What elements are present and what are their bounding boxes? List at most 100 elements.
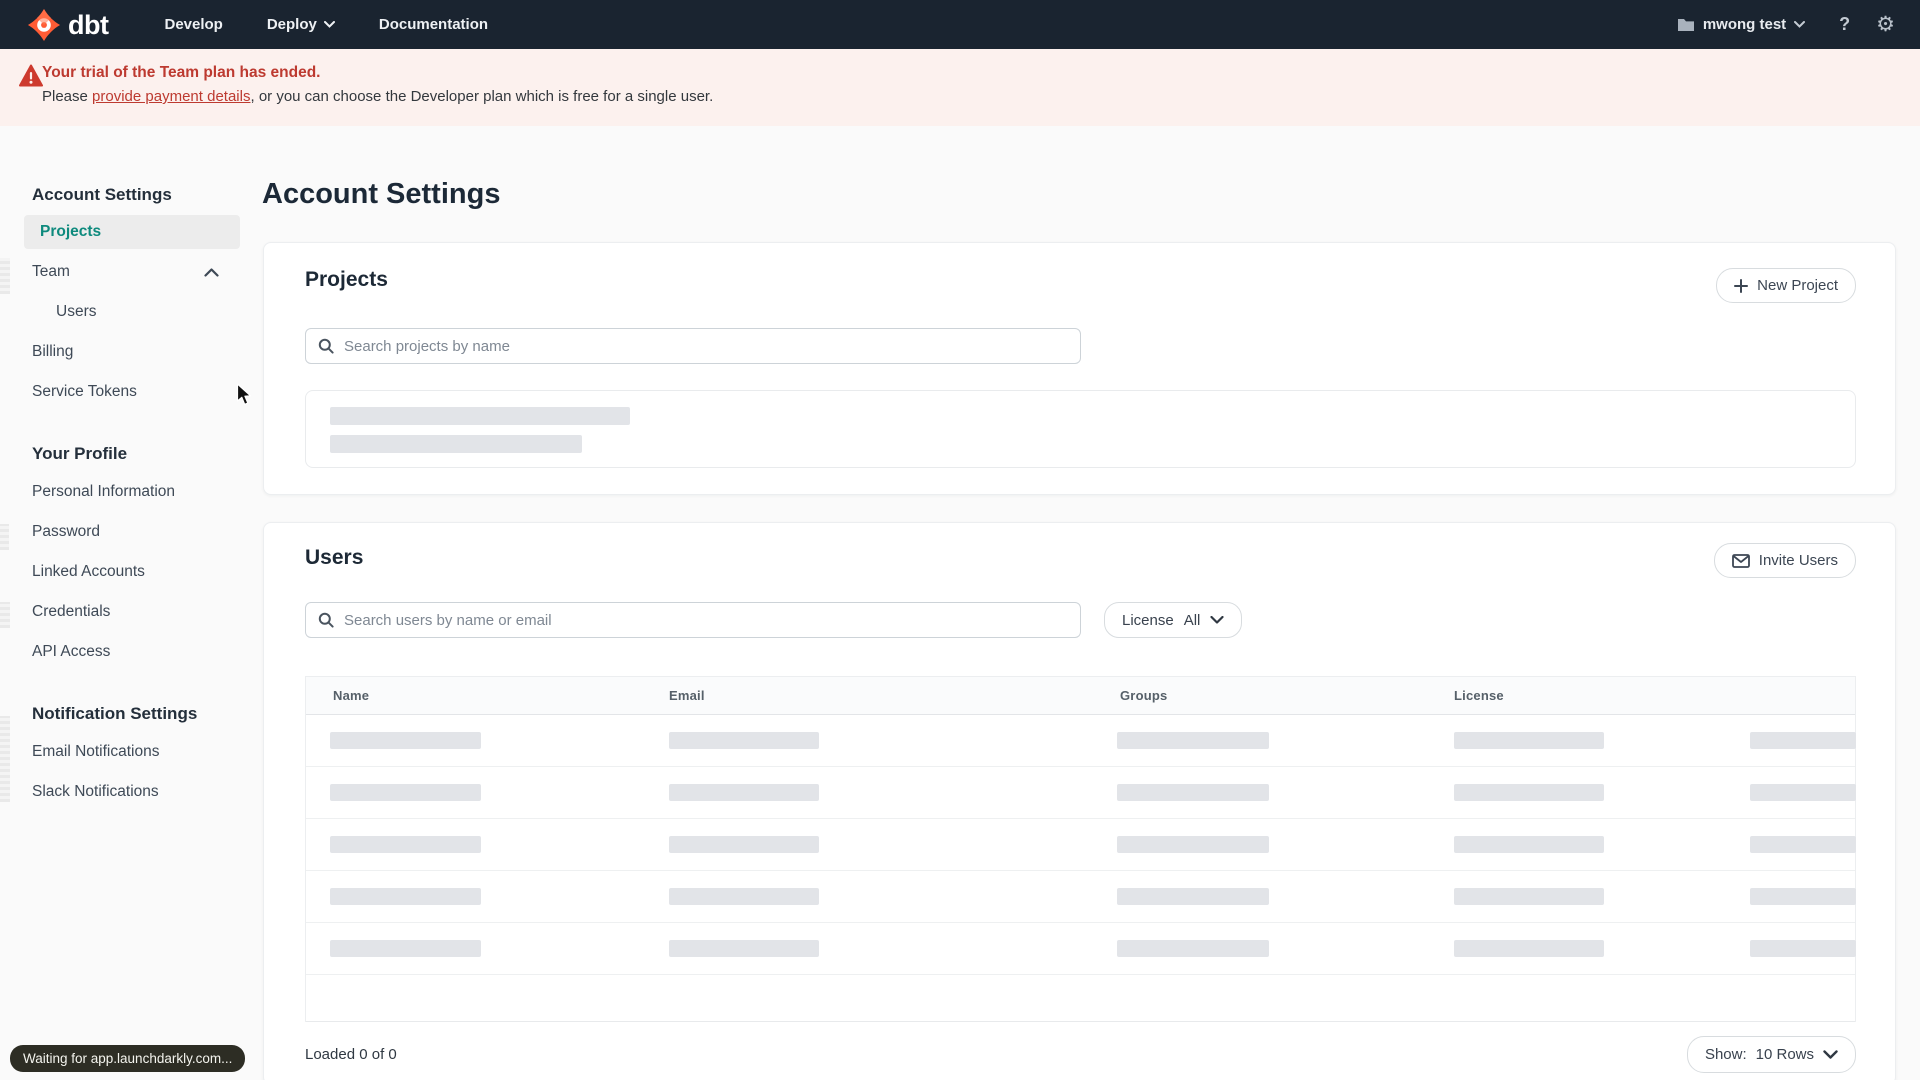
table-row [306,871,1856,923]
nav-documentation[interactable]: Documentation [379,16,488,33]
sidebar-item-email-notifications[interactable]: Email Notifications [32,735,240,769]
folder-icon [1677,19,1694,31]
banner-body: Please provide payment details, or you c… [42,87,713,107]
skeleton-bar [330,940,481,957]
skeleton-bar [1117,888,1269,905]
nav-develop[interactable]: Develop [164,16,222,33]
table-row [306,819,1856,871]
column-header-license: License [1454,688,1504,703]
dbt-logo-text: dbt [68,9,109,40]
skeleton-bar [1117,784,1269,801]
banner-body-suffix: , or you can choose the Developer plan w… [250,88,714,105]
mouse-cursor [236,383,252,405]
search-icon [318,338,334,354]
loaded-count: Loaded 0 of 0 [305,1046,397,1063]
trial-ended-banner: Your trial of the Team plan has ended. P… [0,49,1920,126]
skeleton-bar [1750,732,1856,749]
primary-nav: Develop Deploy Documentation [164,16,488,33]
users-card-title: Users [305,546,364,569]
sidebar-heading-your-profile: Your Profile [32,444,128,463]
nav-deploy[interactable]: Deploy [267,16,335,33]
skeleton-bar [330,435,582,453]
banner-body-prefix: Please [42,88,93,105]
skeleton-bar [330,836,481,853]
sidebar-item-users[interactable]: Users [32,295,240,329]
column-header-name: Name [333,688,370,703]
page-title: Account Settings [262,178,501,210]
chevron-down-icon [1210,616,1224,624]
warning-icon [19,64,43,87]
sidebar-item-api-access[interactable]: API Access [32,635,240,669]
projects-loading-skeleton [305,390,1856,468]
top-nav: dbt Develop Deploy Documentation mwong t… [0,0,1920,49]
skeleton-bar [669,940,819,957]
new-project-button[interactable]: New Project [1716,268,1856,303]
dbt-logo[interactable]: dbt [27,8,109,42]
sidebar-item-service-tokens[interactable]: Service Tokens [32,375,240,409]
users-table: Name Email Groups License [305,676,1856,1022]
skeleton-bar [330,784,481,801]
account-name: mwong test [1702,16,1787,33]
sidebar-item-personal-information[interactable]: Personal Information [32,475,240,509]
invite-users-button[interactable]: Invite Users [1713,543,1856,578]
gear-icon[interactable]: ⚙ [1876,14,1895,35]
projects-card: Projects New Project [263,242,1896,495]
skeleton-bar [1454,784,1604,801]
projects-search [305,328,1081,364]
dbt-cloud-account-settings: dbt Develop Deploy Documentation mwong t… [0,0,1920,1080]
skeleton-bar [669,732,819,749]
users-table-header: Name Email Groups License [306,677,1855,715]
table-row [306,923,1856,975]
sidebar-item-team[interactable]: Team [32,255,240,289]
show-label: Show: [1704,1046,1747,1063]
license-filter-label: License [1122,611,1174,629]
license-filter-value: All [1183,611,1201,629]
skeleton-bar [0,716,10,802]
plus-icon [1734,278,1749,293]
skeleton-bar [669,836,819,853]
sidebar-item-billing[interactable]: Billing [32,335,240,369]
projects-card-title: Projects [305,268,388,291]
payment-details-link[interactable]: provide payment details [92,88,250,105]
sidebar-heading-notification-settings: Notification Settings [32,704,198,723]
show-value: 10 Rows [1755,1046,1814,1063]
skeleton-bar [330,407,630,425]
skeleton-bar [1454,888,1604,905]
sidebar-item-slack-notifications[interactable]: Slack Notifications [32,775,240,809]
new-project-label: New Project [1757,277,1838,294]
envelope-icon [1731,553,1750,568]
account-switcher[interactable]: mwong test [1677,16,1806,33]
settings-sidebar: Account Settings Projects Team Users Bil… [0,126,263,1080]
chevron-down-icon [1794,21,1806,28]
rows-per-page-dropdown[interactable]: Show: 10 Rows [1686,1036,1856,1073]
invite-users-label: Invite Users [1758,552,1838,569]
browser-status-pill: Waiting for app.launchdarkly.com... [10,1045,246,1072]
column-header-groups: Groups [1120,688,1168,703]
sidebar-item-projects[interactable]: Projects [24,215,240,249]
dbt-logo-icon [27,8,61,41]
skeleton-bar [330,888,481,905]
sidebar-item-credentials[interactable]: Credentials [32,595,240,629]
chevron-up-icon [204,268,219,277]
nav-right: mwong test ? ⚙ [1677,14,1895,35]
skeleton-bar [330,732,481,749]
skeleton-bar [1454,836,1604,853]
skeleton-bar [1117,940,1269,957]
skeleton-bar [1750,836,1856,853]
table-row [306,767,1856,819]
skeleton-bar [669,888,819,905]
help-button[interactable]: ? [1839,14,1850,35]
skeleton-bar [1750,784,1856,801]
sidebar-item-linked-accounts[interactable]: Linked Accounts [32,555,240,589]
users-search [305,602,1081,638]
projects-search-input[interactable] [305,328,1081,364]
license-filter-dropdown[interactable]: License All [1104,602,1243,638]
skeleton-bar [1750,888,1856,905]
users-search-input[interactable] [305,602,1081,638]
banner-text: Your trial of the Team plan has ended. P… [42,62,713,107]
chevron-down-icon [1823,1050,1838,1059]
skeleton-bar [1454,732,1604,749]
sidebar-item-password[interactable]: Password [32,515,240,549]
skeleton-bar [1454,940,1604,957]
skeleton-bar [1750,940,1856,957]
